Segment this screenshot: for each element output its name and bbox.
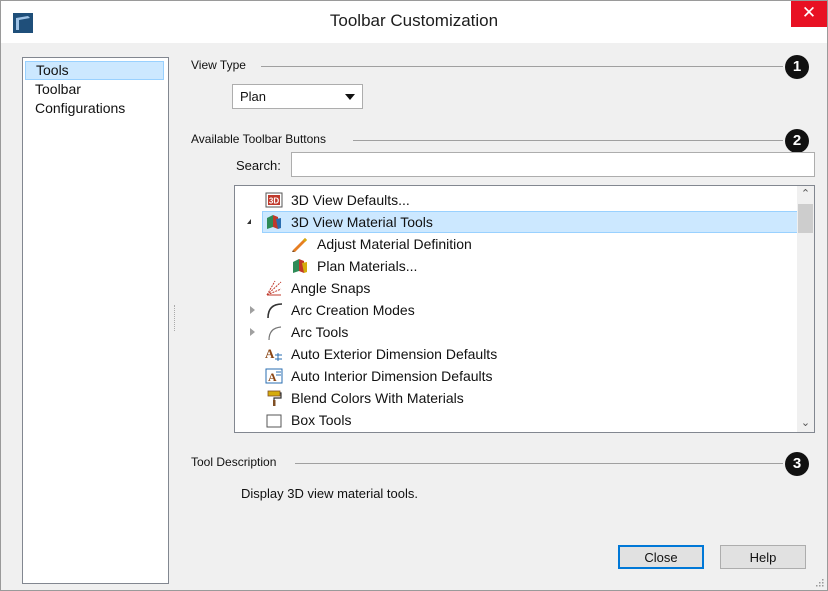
tool-description-label: Tool Description	[191, 455, 277, 469]
splitter-handle[interactable]	[174, 305, 177, 331]
search-input[interactable]	[291, 152, 815, 177]
available-buttons-label: Available Toolbar Buttons	[191, 132, 326, 146]
box-icon	[266, 414, 282, 428]
category-item-configurations[interactable]: Configurations	[25, 99, 164, 118]
tree-item-label: Box Tools	[291, 412, 352, 428]
tree-item[interactable]: 3D View Material Tools	[262, 211, 812, 233]
help-button[interactable]: Help	[720, 545, 806, 569]
tree-item-label: 3D View Material Tools	[291, 214, 433, 230]
tree-item-label: 3D View Defaults...	[291, 192, 410, 208]
tree-item-label: Angle Snaps	[291, 280, 371, 296]
tree-item-label: Auto Exterior Dimension Defaults	[291, 346, 498, 362]
angle-snaps-icon	[266, 280, 282, 296]
interior-dimension-icon: A	[265, 368, 283, 384]
callout-badge-1: 1	[785, 55, 809, 79]
toolbar-customization-dialog: Toolbar Customization ✕ Tools Toolbar Co…	[0, 0, 828, 591]
tree-item-label: Auto Interior Dimension Defaults	[291, 368, 493, 384]
tree-item-label: Blend Colors With Materials	[291, 390, 464, 406]
scroll-down-icon[interactable]: ⌄	[797, 415, 814, 432]
arc-tools-icon	[268, 326, 282, 340]
view-type-divider	[261, 66, 783, 67]
category-item-tools[interactable]: Tools	[25, 61, 164, 80]
svg-text:3D: 3D	[269, 197, 279, 206]
view-type-value: Plan	[240, 89, 267, 104]
tree-vertical-scrollbar[interactable]: ⌃ ⌄	[797, 186, 814, 432]
view-type-select[interactable]: Plan	[232, 84, 363, 109]
tree-item-label: Arc Tools	[291, 324, 349, 340]
svg-text:A: A	[268, 370, 277, 384]
arc-icon	[267, 303, 283, 318]
view-type-label: View Type	[191, 58, 246, 72]
tree-item-label: Adjust Material Definition	[317, 236, 472, 252]
search-label: Search:	[236, 158, 281, 173]
title-bar[interactable]: Toolbar Customization ✕	[1, 1, 827, 43]
toolbar-buttons-tree[interactable]: 3D 3D View Defaults... 3D View Material …	[234, 185, 815, 433]
expanded-arrow-icon[interactable]	[247, 219, 251, 224]
callout-badge-3: 3	[785, 452, 809, 476]
svg-text:A: A	[265, 346, 275, 361]
dialog-title: Toolbar Customization	[329, 11, 499, 30]
collapsed-arrow-icon[interactable]	[250, 328, 255, 336]
scroll-up-icon[interactable]: ⌃	[797, 186, 814, 203]
category-list[interactable]: Tools Toolbar Configurations	[22, 57, 169, 584]
tree-item-label: Plan Materials...	[317, 258, 418, 274]
tool-description-divider	[295, 463, 783, 464]
tool-description-text: Display 3D view material tools.	[241, 486, 419, 501]
exterior-dimension-icon: A	[265, 346, 282, 361]
close-window-button[interactable]: ✕	[791, 1, 827, 27]
category-item-toolbar[interactable]: Toolbar	[25, 80, 164, 99]
close-button[interactable]: Close	[618, 545, 704, 569]
paint-roller-icon	[267, 390, 282, 406]
available-buttons-divider	[353, 140, 783, 141]
plan-materials-icon	[293, 259, 307, 273]
dropdown-arrow-icon	[345, 94, 355, 100]
tree-item-label: Arc Creation Modes	[291, 302, 415, 318]
collapsed-arrow-icon[interactable]	[250, 306, 255, 314]
3d-view-defaults-icon: 3D	[265, 192, 283, 208]
material-tools-icon	[267, 215, 281, 229]
scroll-thumb[interactable]	[798, 204, 813, 233]
dialog-client-area: Tools Toolbar Configurations View Type 1…	[1, 43, 827, 590]
resize-grip-icon[interactable]	[814, 577, 824, 587]
callout-badge-2: 2	[785, 129, 809, 153]
adjust-material-icon	[292, 238, 307, 252]
